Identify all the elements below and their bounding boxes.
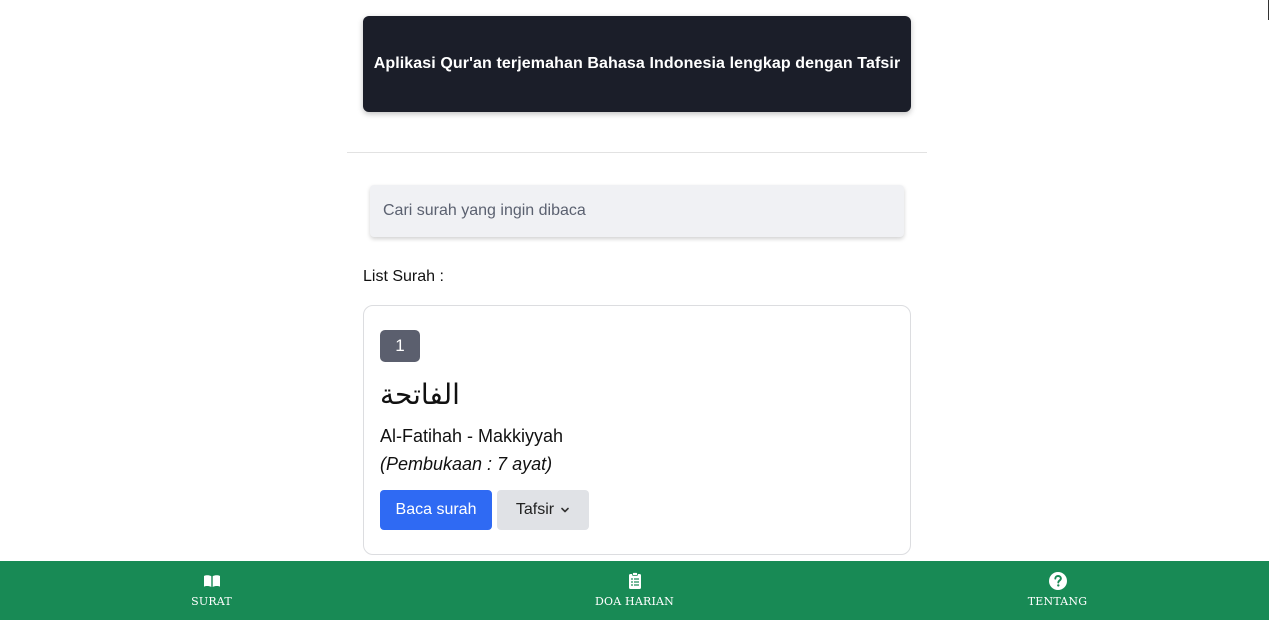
tafsir-label: Tafsir — [515, 501, 555, 518]
chevron-down-icon — [561, 507, 569, 513]
read-surah-label: Baca surah — [395, 501, 477, 518]
bottom-navigation: SURAT DOA HARIAN TENTANG — [0, 561, 1269, 620]
surah-arabic-name: الفاتحة — [380, 378, 460, 411]
divider — [347, 152, 927, 153]
nav-item-surat[interactable]: SURAT — [0, 561, 423, 620]
surah-meaning: (Pembukaan : 7 ayat) — [380, 454, 553, 474]
surah-list-title: List Surah : — [363, 268, 444, 285]
read-surah-button[interactable]: Baca surah — [380, 490, 492, 530]
nav-item-tentang[interactable]: TENTANG — [846, 561, 1269, 620]
nav-label-doa-harian: DOA HARIAN — [594, 595, 674, 608]
app-header-banner: Aplikasi Qur'an terjemahan Bahasa Indone… — [363, 16, 911, 112]
clipboard-list-icon — [628, 572, 641, 589]
tafsir-dropdown-button[interactable]: Tafsir — [497, 490, 589, 530]
nav-label-surat: SURAT — [191, 595, 232, 608]
nav-item-doa-harian[interactable]: DOA HARIAN — [423, 561, 846, 620]
page: Aplikasi Qur'an terjemahan Bahasa Indone… — [0, 0, 1269, 620]
surah-latin-name: Al-Fatihah - Makkiyyah — [380, 426, 564, 446]
nav-label-tentang: TENTANG — [1027, 595, 1088, 608]
surah-number-badge: 1 — [380, 330, 420, 362]
open-book-icon — [203, 575, 220, 587]
app-header-title: Aplikasi Qur'an terjemahan Bahasa Indone… — [373, 55, 901, 72]
surah-card: 1 الفاتحة Al-Fatihah - Makkiyyah (Pembuk… — [363, 305, 911, 555]
question-circle-icon — [1048, 572, 1067, 590]
search-input[interactable] — [370, 185, 904, 237]
